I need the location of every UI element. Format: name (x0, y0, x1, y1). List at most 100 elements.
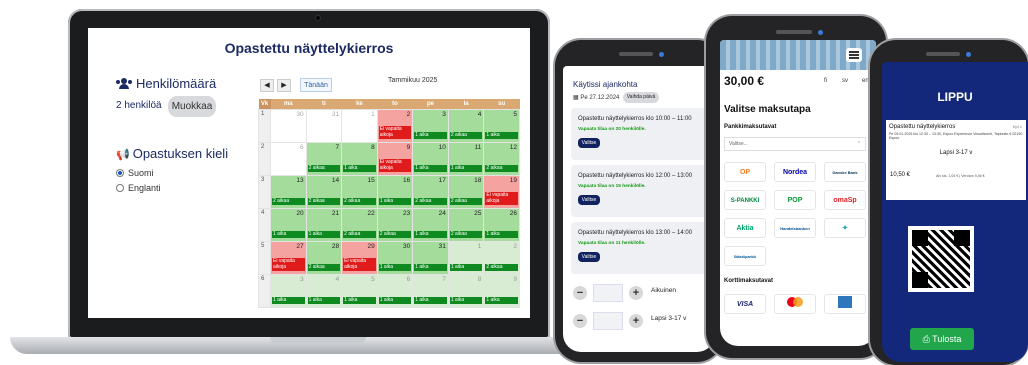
edit-button[interactable]: Muokkaa (168, 96, 216, 117)
slot-available-badge: 1 aika (449, 164, 483, 172)
day-number: 27 (296, 242, 304, 250)
next-month-button[interactable]: ▶ (277, 79, 291, 92)
calendar-day[interactable]: 22 2 aikaa (341, 207, 378, 242)
day-number: 22 (367, 209, 375, 217)
radio-finnish[interactable]: Suomi (116, 168, 154, 178)
calendar-day[interactable]: 16 1 aika (376, 174, 414, 209)
persons-label: Henkilömäärä (136, 76, 217, 91)
slot-available-badge: 2 aikaa (485, 164, 518, 172)
calendar-day[interactable]: 20 1 aika (270, 207, 307, 242)
calendar-day[interactable]: 24 1 aika (412, 207, 449, 242)
select-timeslot-button[interactable]: Valitse (578, 252, 600, 262)
calendar-day[interactable]: 3 1 aika (270, 273, 307, 308)
calendar-day[interactable]: 27 Ei vapaita aikoja (270, 240, 307, 275)
calendar-day[interactable]: 26 1 aika (483, 207, 520, 242)
calendar-day[interactable]: 9 1 aika (483, 273, 520, 308)
slot-available-badge: 1 aika (414, 230, 447, 238)
calendar-day[interactable]: 8 1 aika (341, 141, 378, 176)
qr-code-icon (908, 226, 974, 292)
day-number: 7 (442, 275, 446, 283)
child-quantity-input[interactable] (593, 312, 623, 330)
change-date-button[interactable]: Vaihda päivä (623, 92, 659, 103)
calendar-day[interactable]: 2 2 aikaa (483, 240, 520, 275)
adult-minus-button[interactable]: − (573, 286, 587, 300)
calendar-week-row: 2 6 7 2 aikaa 8 1 aika 9 Ei vapaita aikoja 10 1 a… (258, 141, 520, 176)
bank-pop-button[interactable]: POP (774, 190, 816, 210)
calendar-day[interactable]: 17 2 aikaa (412, 174, 449, 209)
calendar-day[interactable]: 4 2 aikaa (447, 108, 485, 143)
day-number: 28 (331, 242, 340, 250)
lang-sv-link[interactable]: sv (842, 78, 848, 84)
calendar-day[interactable]: 31 1 aika (412, 240, 449, 275)
calendar-day[interactable]: 15 2 aikaa (341, 174, 378, 209)
card-visa-button[interactable]: VISA (724, 294, 766, 314)
calendar-day[interactable]: 23 2 aikaa (376, 207, 414, 242)
bank-op-button[interactable]: OP (724, 162, 766, 182)
lang-en-link[interactable]: en (862, 78, 869, 84)
calendar-day[interactable]: 18 2 aikaa (447, 174, 485, 209)
slot-available-badge: 2 aikaa (307, 164, 341, 172)
child-plus-button[interactable]: + (629, 314, 643, 328)
calendar-day[interactable]: 2 Ei vapaita aikoja (376, 108, 414, 143)
amex-icon (838, 296, 852, 308)
adult-quantity-input[interactable] (593, 284, 623, 302)
calendar-day[interactable]: 19 Ei vapaita aikoja (483, 174, 520, 209)
slot-available-badge: 2 aikaa (307, 197, 341, 205)
calendar-day[interactable]: 12 2 aikaa (483, 141, 520, 176)
bank-nordea-button[interactable]: Nordea (774, 162, 816, 182)
calendar-day[interactable]: 5 1 aika (341, 273, 378, 308)
prev-month-button[interactable]: ◀ (260, 79, 274, 92)
print-button[interactable]: ⎙ Tulosta (910, 328, 974, 350)
phone-camera (659, 52, 664, 57)
card-mastercard-button[interactable] (774, 294, 816, 314)
slot-available-badge: 1 aika (485, 296, 518, 304)
calendar-day[interactable]: 29 Ei vapaita aikoja (341, 240, 378, 275)
bank-danske-button[interactable]: Danske Bank (824, 162, 866, 182)
bank-omasp-button[interactable]: omaSp (824, 190, 866, 210)
calendar-day: 30 (270, 108, 307, 143)
select-timeslot-button[interactable]: Valitse (578, 138, 600, 148)
slot-full-badge: Ei vapaita aikoja (378, 125, 412, 139)
lang-fi-link[interactable]: fi (824, 78, 827, 84)
bank-saastopankki-button[interactable]: ✦ (824, 218, 866, 238)
bank-select[interactable]: Valitse... ⌃ (724, 137, 866, 151)
calendar-day[interactable]: 30 1 aika (376, 240, 414, 275)
calendar-day[interactable]: 8 1 aika (447, 273, 485, 308)
calendar-day[interactable]: 7 1 aika (412, 273, 449, 308)
day-number: 5 (371, 275, 375, 283)
adult-plus-button[interactable]: + (629, 286, 643, 300)
radio-english[interactable]: Englanti (116, 183, 161, 193)
phone-speaker (619, 52, 653, 56)
card-amex-button[interactable] (824, 294, 866, 314)
bank-aktia-button[interactable]: Aktia (724, 218, 766, 238)
slot-available-badge: 1 aika (414, 263, 447, 271)
ticket-card: Opastettu näyttelykierros Kpl 1 Pe 09.01… (886, 120, 1026, 200)
calendar-day[interactable]: 21 1 aika (305, 207, 343, 242)
calendar-day[interactable]: 3 1 aika (412, 108, 449, 143)
hamburger-menu-icon[interactable] (846, 48, 862, 62)
day-number: 6 (299, 143, 304, 151)
calendar-day[interactable]: 6 1 aika (376, 273, 414, 308)
calendar-day[interactable]: 13 2 aikaa (270, 174, 307, 209)
child-minus-button[interactable]: − (573, 314, 587, 328)
slot-available-badge: 2 aikaa (449, 131, 483, 139)
today-button[interactable]: Tänään (300, 78, 332, 92)
calendar-day[interactable]: 1 1 aika (447, 240, 485, 275)
weekday-header: to (377, 99, 413, 109)
select-timeslot-button[interactable]: Valitse (578, 195, 600, 205)
calendar-day[interactable]: 4 1 aika (305, 273, 343, 308)
calendar-day[interactable]: 5 1 aika (483, 108, 520, 143)
day-number: 26 (509, 209, 517, 217)
calendar-day[interactable]: 11 1 aika (447, 141, 485, 176)
bank-handelsbanken-button[interactable]: Handelsbanken (774, 218, 816, 238)
bank-spankki-button[interactable]: S-PANKKI (724, 190, 766, 210)
calendar-day[interactable]: 10 1 aika (412, 141, 449, 176)
calendar-day[interactable]: 9 Ei vapaita aikoja (376, 141, 414, 176)
calendar-day[interactable]: 25 2 aikaa (447, 207, 485, 242)
calendar-day: 6 (270, 141, 307, 176)
calendar-day[interactable]: 28 2 aikaa (305, 240, 343, 275)
calendar-day[interactable]: 14 2 aikaa (305, 174, 343, 209)
calendar-day[interactable]: 7 2 aikaa (305, 141, 343, 176)
booking-calendar: Vk ma ti ke to pe la su 1 30 31 1 2 Ei vapaita aikoj… (258, 99, 520, 308)
bank-saastopankki2-button[interactable]: Säästöpankki (724, 246, 766, 266)
